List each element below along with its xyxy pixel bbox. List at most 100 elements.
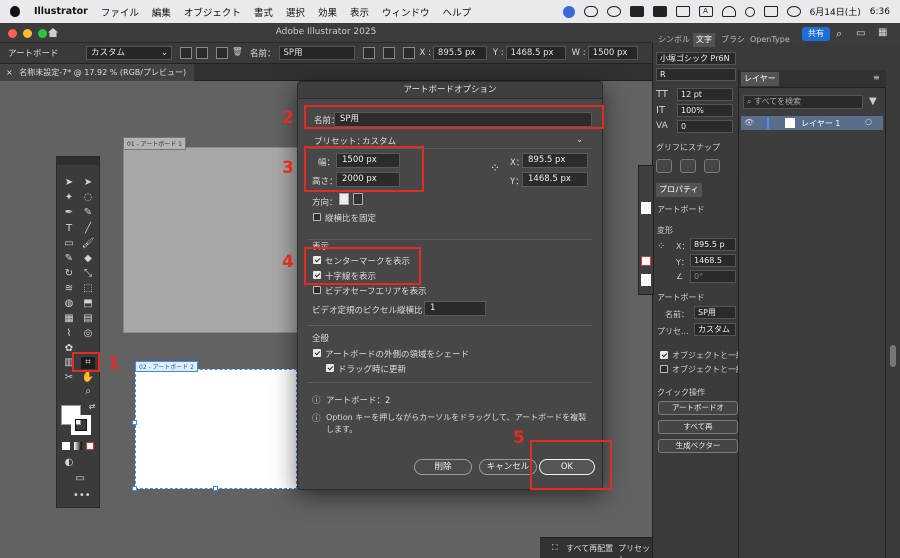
none-mode-button[interactable] [86, 442, 94, 450]
prop-move-with-checkbox[interactable] [660, 351, 668, 359]
shaper-tool-icon[interactable]: ✎ [62, 253, 76, 265]
font-family-select[interactable]: 小塚ゴシック Pr6N [656, 52, 736, 65]
prop-reference-icon[interactable]: ⁘ [657, 241, 665, 252]
preset-button[interactable]: プリセット [618, 543, 652, 558]
panel-scrollbar[interactable] [890, 345, 896, 367]
portrait-icon[interactable] [180, 47, 192, 59]
cancel-button[interactable]: キャンセル [479, 459, 537, 475]
zoom-tool-icon[interactable]: ⌕ [81, 386, 95, 398]
type-tool-icon[interactable]: T [62, 223, 76, 235]
menu-window[interactable]: ウィンドウ [382, 5, 430, 19]
qa-rearrange-all-button[interactable]: すべて再 [658, 420, 738, 434]
input-method-icon[interactable]: A [698, 6, 713, 17]
rearrange-icon[interactable]: ⛶ [552, 543, 558, 553]
pixel-aspect-field[interactable]: 1 [424, 301, 486, 316]
new-artboard-icon[interactable] [216, 47, 228, 59]
screen-mode-icon[interactable]: ▭ [73, 473, 87, 485]
chat-icon[interactable] [652, 6, 667, 17]
swap-colors-icon[interactable]: ⇄ [85, 401, 99, 413]
prop-move-with-checkbox-2[interactable] [660, 365, 668, 373]
constrain-proportions-checkbox[interactable] [313, 213, 321, 221]
hand-tool-icon[interactable]: ✋ [81, 372, 95, 384]
slice-tool-icon[interactable]: ✂ [62, 372, 76, 384]
layers-menu-icon[interactable]: ≡ [873, 73, 880, 82]
update-while-drag-checkbox[interactable] [326, 364, 334, 372]
eraser-tool-icon[interactable]: ◆ [81, 253, 95, 265]
portrait-icon[interactable] [339, 193, 349, 205]
artboard-2[interactable] [135, 369, 297, 489]
layer-name[interactable]: レイヤー 1 [801, 118, 840, 129]
prop-x-input[interactable]: 895.5 p [690, 238, 736, 251]
gradient-mode-button[interactable] [74, 442, 82, 450]
menu-file[interactable]: ファイル [101, 5, 139, 19]
menu-app[interactable]: Illustrator [34, 6, 88, 17]
share-button[interactable]: 共有 [802, 27, 830, 41]
move-with-artboard-icon[interactable] [362, 47, 375, 59]
siri-icon[interactable] [786, 6, 801, 17]
prop-y-input[interactable]: 1468.5 [690, 254, 736, 267]
snap-glyph-bounds-button[interactable] [704, 159, 720, 173]
rectangle-tool-icon[interactable]: ▭ [62, 238, 76, 250]
free-transform-tool-icon[interactable]: ⬚ [81, 283, 95, 295]
snap-xheight-button[interactable] [680, 159, 696, 173]
landscape-icon[interactable] [196, 47, 208, 59]
layers-search-input[interactable]: ⌕ すべてを検索 [743, 95, 863, 109]
delete-artboard-icon[interactable]: 🗑 [232, 47, 244, 59]
y-field[interactable]: 1468.5 px [522, 172, 588, 187]
cloud-icon[interactable] [583, 6, 598, 17]
mesh-tool-icon[interactable]: ▦ [62, 313, 76, 325]
prop-name-input[interactable]: SP用 [694, 306, 736, 319]
reference-point-icon[interactable]: ⁘ [490, 161, 500, 175]
panel-swatch-white-2[interactable] [641, 274, 651, 286]
resize-handle[interactable] [132, 486, 137, 491]
scale-input[interactable]: 100% [677, 104, 733, 117]
eyedropper-tool-icon[interactable]: ⌇ [62, 328, 76, 340]
x-input[interactable]: 895.5 px [432, 46, 487, 60]
tab-properties[interactable]: プロパティ [656, 183, 702, 197]
menu-select[interactable]: 選択 [286, 5, 305, 19]
filter-icon[interactable]: ▼ [869, 96, 877, 107]
control-center-icon[interactable] [763, 6, 778, 17]
menu-object[interactable]: オブジェクト [184, 5, 241, 19]
clipboard-icon[interactable] [675, 6, 690, 17]
lasso-tool-icon[interactable]: ◌ [81, 192, 95, 204]
draw-mode-icon[interactable]: ◐ [62, 457, 76, 469]
layer-row[interactable]: 👁 レイヤー 1 ○ [741, 116, 883, 130]
preset-select[interactable]: カスタム ⌄ [86, 46, 172, 60]
paintbrush-tool-icon[interactable]: 🖌 [81, 238, 95, 250]
layer-target-icon[interactable]: ○ [865, 117, 872, 126]
visibility-eye-icon[interactable]: 👁 [744, 118, 754, 127]
stroke-color-swatch[interactable] [71, 415, 91, 435]
document-tab[interactable]: × 名称未設定-7* @ 17.92 % (RGB/プレビュー) [0, 64, 195, 81]
menu-edit[interactable]: 編集 [152, 5, 171, 19]
font-style-select[interactable]: R [656, 68, 736, 81]
line-app-icon[interactable] [629, 6, 644, 17]
menu-type[interactable]: 書式 [254, 5, 273, 19]
search-panel-icon[interactable]: ⌕ [836, 27, 842, 41]
status-round-icon[interactable] [562, 5, 575, 18]
tracking-input[interactable]: 0 [677, 120, 733, 133]
video-safe-checkbox[interactable] [313, 286, 321, 294]
gradient-tool-icon[interactable]: ▤ [81, 313, 95, 325]
tools-panel-header[interactable] [57, 157, 99, 165]
artboard-1[interactable] [123, 147, 298, 333]
perspective-tool-icon[interactable]: ⬒ [81, 298, 95, 310]
resize-handle[interactable] [213, 486, 218, 491]
workspace-icon[interactable]: ▭ [856, 28, 865, 39]
direct-selection-tool-icon[interactable]: ➤ [81, 177, 95, 189]
panel-swatch-white[interactable] [641, 202, 651, 214]
color-mode-button[interactable] [62, 442, 70, 450]
artboard-options-icon[interactable] [382, 47, 395, 59]
menu-view[interactable]: 表示 [350, 5, 369, 19]
selection-tool-icon[interactable]: ➤ [62, 177, 76, 189]
more-tools-icon[interactable]: ••• [73, 490, 91, 502]
panel-swatch-none[interactable] [641, 256, 651, 266]
tab-symbols[interactable]: シンボル [655, 33, 693, 47]
w-input[interactable]: 1500 px [587, 46, 638, 60]
menubar-date[interactable]: 6月14日(土) [810, 5, 861, 18]
search-icon[interactable] [744, 6, 755, 17]
qa-artboard-options-button[interactable]: アートボードオ [658, 401, 738, 415]
line-tool-icon[interactable]: ╱ [81, 223, 95, 235]
close-tab-icon[interactable]: × [6, 68, 13, 77]
curvature-tool-icon[interactable]: ✎ [81, 207, 95, 219]
